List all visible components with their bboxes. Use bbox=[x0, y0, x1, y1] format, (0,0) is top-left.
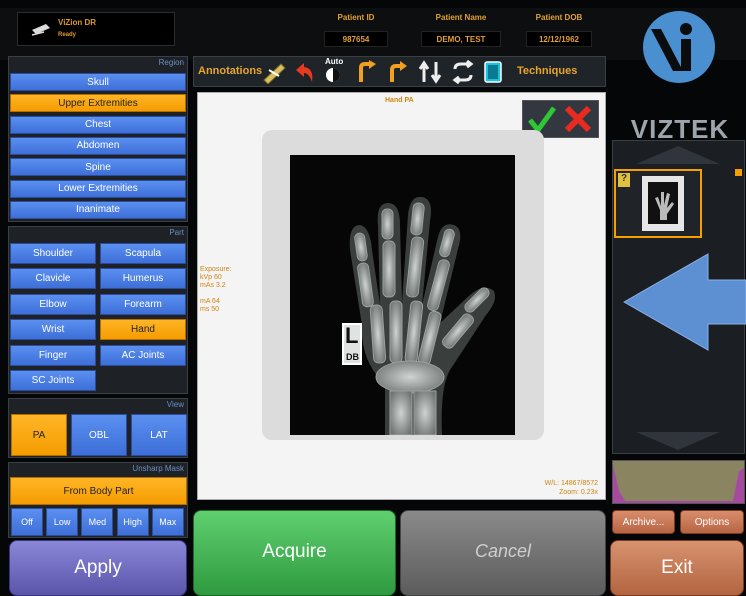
viztek-logo-icon bbox=[643, 11, 715, 83]
reject-x-icon[interactable] bbox=[563, 104, 593, 134]
hand-xray-icon bbox=[349, 196, 495, 435]
view-pa-button[interactable]: PA bbox=[11, 414, 67, 456]
part-humerus-button[interactable]: Humerus bbox=[100, 268, 186, 290]
xray-image: L DB bbox=[290, 155, 515, 435]
exposure-ma: mA 64 bbox=[200, 298, 220, 305]
exit-button[interactable]: Exit bbox=[610, 540, 744, 596]
rotate-right-icon[interactable] bbox=[386, 60, 408, 84]
histogram-graph bbox=[613, 465, 744, 503]
marker-letter: L bbox=[345, 323, 359, 348]
unsharp-high-button[interactable]: High bbox=[116, 508, 149, 536]
unsharp-mode-button[interactable]: From Body Part bbox=[10, 477, 187, 505]
window-level: W/L: 14867/8572 bbox=[544, 480, 598, 487]
thumbnail-active-indicator bbox=[735, 169, 742, 176]
thumbnail-image bbox=[642, 176, 684, 231]
invert-icon[interactable] bbox=[483, 60, 503, 84]
patient-id-value: 987654 bbox=[324, 31, 388, 47]
unsharp-low-button[interactable]: Low bbox=[46, 508, 79, 536]
view-lat-button[interactable]: LAT bbox=[131, 414, 187, 456]
region-spine-button[interactable]: Spine bbox=[10, 158, 186, 177]
thumbnail-hand-icon bbox=[655, 192, 674, 220]
unsharp-max-button[interactable]: Max bbox=[151, 508, 184, 536]
app-status-box: ViZion DR Ready bbox=[17, 12, 175, 46]
region-chest-button[interactable]: Chest bbox=[10, 115, 186, 134]
region-upper-extremities-button[interactable]: Upper Extremities bbox=[10, 94, 186, 113]
part-wrist-button[interactable]: Wrist bbox=[10, 319, 96, 341]
thumbnail-item[interactable]: ? bbox=[614, 169, 702, 238]
marker-initials: DB bbox=[346, 352, 359, 362]
region-title: Region bbox=[158, 58, 184, 67]
auto-icon-label[interactable]: Auto bbox=[325, 57, 343, 66]
part-sc-joints-button[interactable]: SC Joints bbox=[10, 370, 96, 391]
detector-icon bbox=[31, 24, 50, 36]
options-button[interactable]: Options bbox=[680, 510, 744, 534]
cancel-button[interactable]: Cancel bbox=[400, 510, 606, 596]
zoom-level: Zoom: 0.23x bbox=[559, 489, 598, 496]
exposure-info: Exposure: kVp 60 mAs 3.2 mA 64 ms 50 bbox=[200, 266, 232, 314]
exposure-mas: mAs 3.2 bbox=[200, 282, 226, 289]
view-title: View bbox=[166, 400, 184, 409]
part-title: Part bbox=[169, 228, 184, 237]
patient-name-label: Patient Name bbox=[435, 13, 487, 22]
region-inanimate-button[interactable]: Inanimate bbox=[10, 200, 186, 219]
view-obl-button[interactable]: OBL bbox=[71, 414, 127, 456]
exposure-label: Exposure: bbox=[200, 266, 232, 273]
part-elbow-button[interactable]: Elbow bbox=[10, 293, 96, 315]
undo-icon[interactable] bbox=[292, 60, 316, 84]
app-status: Ready bbox=[58, 32, 77, 38]
ruler-icon[interactable] bbox=[261, 60, 287, 84]
annotations-label: Annotations bbox=[198, 65, 263, 77]
left-arrow-icon bbox=[622, 253, 746, 351]
region-skull-button[interactable]: Skull bbox=[10, 73, 186, 91]
auto-contrast-icon[interactable] bbox=[324, 66, 342, 84]
region-lower-extremities-button[interactable]: Lower Extremities bbox=[10, 179, 186, 198]
region-abdomen-button[interactable]: Abdomen bbox=[10, 136, 186, 155]
techniques-label[interactable]: Techniques bbox=[517, 65, 577, 77]
scroll-up-icon[interactable] bbox=[634, 144, 722, 166]
part-clavicle-button[interactable]: Clavicle bbox=[10, 268, 96, 290]
scroll-down-icon[interactable] bbox=[634, 430, 722, 452]
thumbnail-badge: ? bbox=[618, 173, 630, 187]
patient-dob-value: 12/12/1962 bbox=[526, 31, 592, 47]
archive-button[interactable]: Archive... bbox=[612, 510, 675, 534]
patient-dob-label: Patient DOB bbox=[535, 13, 583, 22]
flip-vertical-icon[interactable] bbox=[418, 60, 442, 84]
image-label: Hand PA bbox=[385, 97, 414, 104]
part-ac-joints-button[interactable]: AC Joints bbox=[100, 344, 186, 366]
unsharp-off-button[interactable]: Off bbox=[11, 508, 43, 536]
patient-id-label: Patient ID bbox=[337, 13, 375, 22]
part-forearm-button[interactable]: Forearm bbox=[100, 293, 186, 315]
acquire-button[interactable]: Acquire bbox=[193, 510, 396, 596]
unsharp-med-button[interactable]: Med bbox=[81, 508, 114, 536]
flip-horizontal-icon[interactable] bbox=[451, 60, 475, 84]
histogram[interactable] bbox=[612, 460, 745, 504]
unsharp-title: Unsharp Mask bbox=[132, 464, 184, 473]
part-shoulder-button[interactable]: Shoulder bbox=[10, 243, 96, 264]
patient-name-value: DEMO, TEST bbox=[421, 31, 501, 47]
part-finger-button[interactable]: Finger bbox=[10, 344, 96, 366]
exposure-kvp: kVp 60 bbox=[200, 274, 222, 281]
app-name: ViZion DR bbox=[58, 18, 97, 27]
apply-button[interactable]: Apply bbox=[9, 540, 187, 596]
part-hand-button[interactable]: Hand bbox=[100, 319, 186, 341]
exposure-ms: ms 50 bbox=[200, 306, 220, 313]
rotate-left-icon[interactable] bbox=[355, 60, 377, 84]
part-scapula-button[interactable]: Scapula bbox=[100, 243, 186, 264]
